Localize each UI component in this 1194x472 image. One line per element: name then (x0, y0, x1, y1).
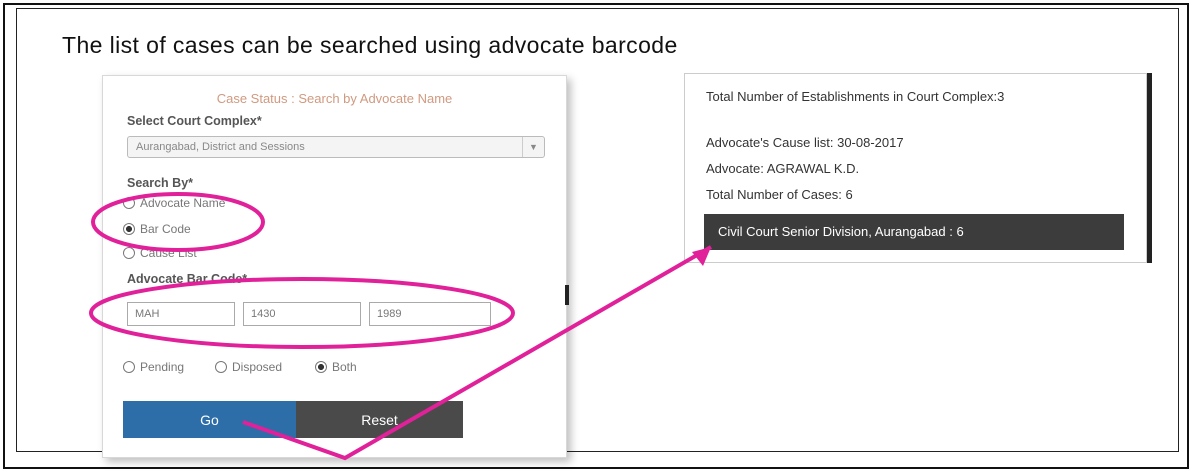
chevron-down-icon: ▼ (522, 137, 544, 157)
cause-list-date: Advocate's Cause list: 30-08-2017 (706, 135, 904, 150)
radio-advocate-name[interactable]: Advocate Name (123, 196, 225, 210)
radio-selected-icon (123, 223, 135, 235)
radio-disposed[interactable]: Disposed (215, 360, 282, 374)
radio-bar-code[interactable]: Bar Code (123, 222, 191, 236)
result-panel: Total Number of Establishments in Court … (684, 73, 1147, 263)
divider-mark (565, 285, 569, 305)
radio-cause-list[interactable]: Cause List (123, 246, 197, 260)
court-complex-select[interactable]: Aurangabad, District and Sessions ▼ (127, 136, 545, 158)
radio-label: Advocate Name (140, 196, 226, 210)
advocate-name: Advocate: AGRAWAL K.D. (706, 161, 860, 176)
court-complex-value: Aurangabad, District and Sessions (136, 141, 305, 153)
radio-icon (123, 197, 135, 209)
total-cases: Total Number of Cases: 6 (706, 187, 853, 202)
court-complex-label: Select Court Complex* (127, 114, 262, 128)
reset-button[interactable]: Reset (296, 401, 463, 438)
bar-code-year-input[interactable]: 1989 (369, 302, 491, 326)
radio-label: Cause List (140, 246, 197, 260)
establishments-count: Total Number of Establishments in Court … (706, 89, 1005, 104)
radio-label: Bar Code (140, 222, 191, 236)
radio-label: Disposed (232, 360, 283, 374)
radio-icon (123, 247, 135, 259)
slide-caption: The list of cases can be searched using … (62, 32, 678, 58)
go-button[interactable]: Go (123, 401, 296, 438)
form-title: Case Status : Search by Advocate Name (216, 91, 453, 106)
court-result-link[interactable]: Civil Court Senior Division, Aurangabad … (704, 214, 1124, 250)
radio-label: Pending (140, 360, 185, 374)
radio-selected-icon (315, 361, 327, 373)
radio-pending[interactable]: Pending (123, 360, 184, 374)
radio-icon (123, 361, 135, 373)
radio-icon (215, 361, 227, 373)
search-by-label: Search By* (127, 176, 194, 190)
radio-label: Both (332, 360, 357, 374)
bar-code-label: Advocate Bar Code* (127, 272, 248, 286)
search-form-panel: Case Status : Search by Advocate Name Se… (102, 75, 567, 458)
bar-code-number-input[interactable]: 1430 (243, 302, 361, 326)
radio-both[interactable]: Both (315, 360, 357, 374)
bar-code-state-input[interactable]: MAH (127, 302, 235, 326)
